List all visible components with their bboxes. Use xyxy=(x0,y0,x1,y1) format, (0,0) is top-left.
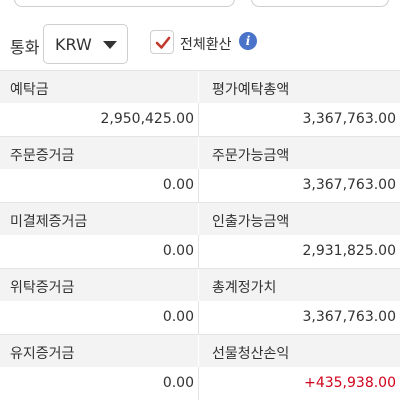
deposit-value: 2,950,425.00 xyxy=(100,111,194,127)
value-row: 0.00 3,367,763.00 xyxy=(0,301,400,334)
orderable-amount-value: 3,367,763.00 xyxy=(302,177,396,193)
label-row: 위탁증거금 총계정가치 xyxy=(0,268,400,302)
withdrawable-amount-label: 인출가능금액 xyxy=(212,214,290,230)
total-valuation-label: 평가예탁총액 xyxy=(212,82,290,98)
currency-label: 통화 xyxy=(10,38,40,57)
maintenance-margin-label: 유지증거금 xyxy=(10,346,75,362)
label-row: 유지증거금 선물청산손익 xyxy=(0,334,400,368)
top-strip xyxy=(0,0,400,10)
label-row: 미결제증거금 인출가능금액 xyxy=(0,202,400,236)
info-icon[interactable]: i xyxy=(239,32,257,50)
order-margin-value: 0.00 xyxy=(162,177,194,193)
value-row: 0.00 2,931,825.00 xyxy=(0,235,400,268)
convert-all-label: 전체환산 xyxy=(180,37,232,53)
convert-all-checkbox[interactable] xyxy=(150,30,174,54)
balance-grid: 예탁금 평가예탁총액 2,950,425.00 3,367,763.00 주문증… xyxy=(0,70,400,400)
maintenance-margin-value: 0.00 xyxy=(162,375,194,391)
top-field-left[interactable] xyxy=(14,0,235,7)
value-row: 0.00 3,367,763.00 xyxy=(0,169,400,202)
value-row: 0.00 +435,938.00 xyxy=(0,367,400,400)
currency-select[interactable]: KRW xyxy=(43,24,128,64)
checkmark-icon xyxy=(155,36,171,49)
triangle-down-icon xyxy=(103,41,117,49)
total-valuation-value: 3,367,763.00 xyxy=(302,111,396,127)
value-row: 2,950,425.00 3,367,763.00 xyxy=(0,103,400,136)
total-account-value-label: 총계정가치 xyxy=(212,280,277,296)
unsettled-margin-label: 미결제증거금 xyxy=(10,214,88,230)
total-account-value-value: 3,367,763.00 xyxy=(302,309,396,325)
label-row: 예탁금 평가예탁총액 xyxy=(0,70,400,104)
futures-liquidation-pnl-label: 선물청산손익 xyxy=(212,346,290,362)
unsettled-margin-value: 0.00 xyxy=(162,243,194,259)
deposit-label: 예탁금 xyxy=(10,82,49,98)
withdrawable-amount-value: 2,931,825.00 xyxy=(302,243,396,259)
orderable-amount-label: 주문가능금액 xyxy=(212,148,290,164)
top-field-right[interactable] xyxy=(251,0,389,7)
initial-margin-label: 위탁증거금 xyxy=(10,280,75,296)
initial-margin-value: 0.00 xyxy=(162,309,194,325)
label-row: 주문증거금 주문가능금액 xyxy=(0,136,400,170)
currency-controls: 통화 KRW 전체환산 i xyxy=(0,22,400,68)
order-margin-label: 주문증거금 xyxy=(10,148,75,164)
currency-select-value: KRW xyxy=(55,35,92,54)
futures-liquidation-pnl-value: +435,938.00 xyxy=(304,375,396,391)
